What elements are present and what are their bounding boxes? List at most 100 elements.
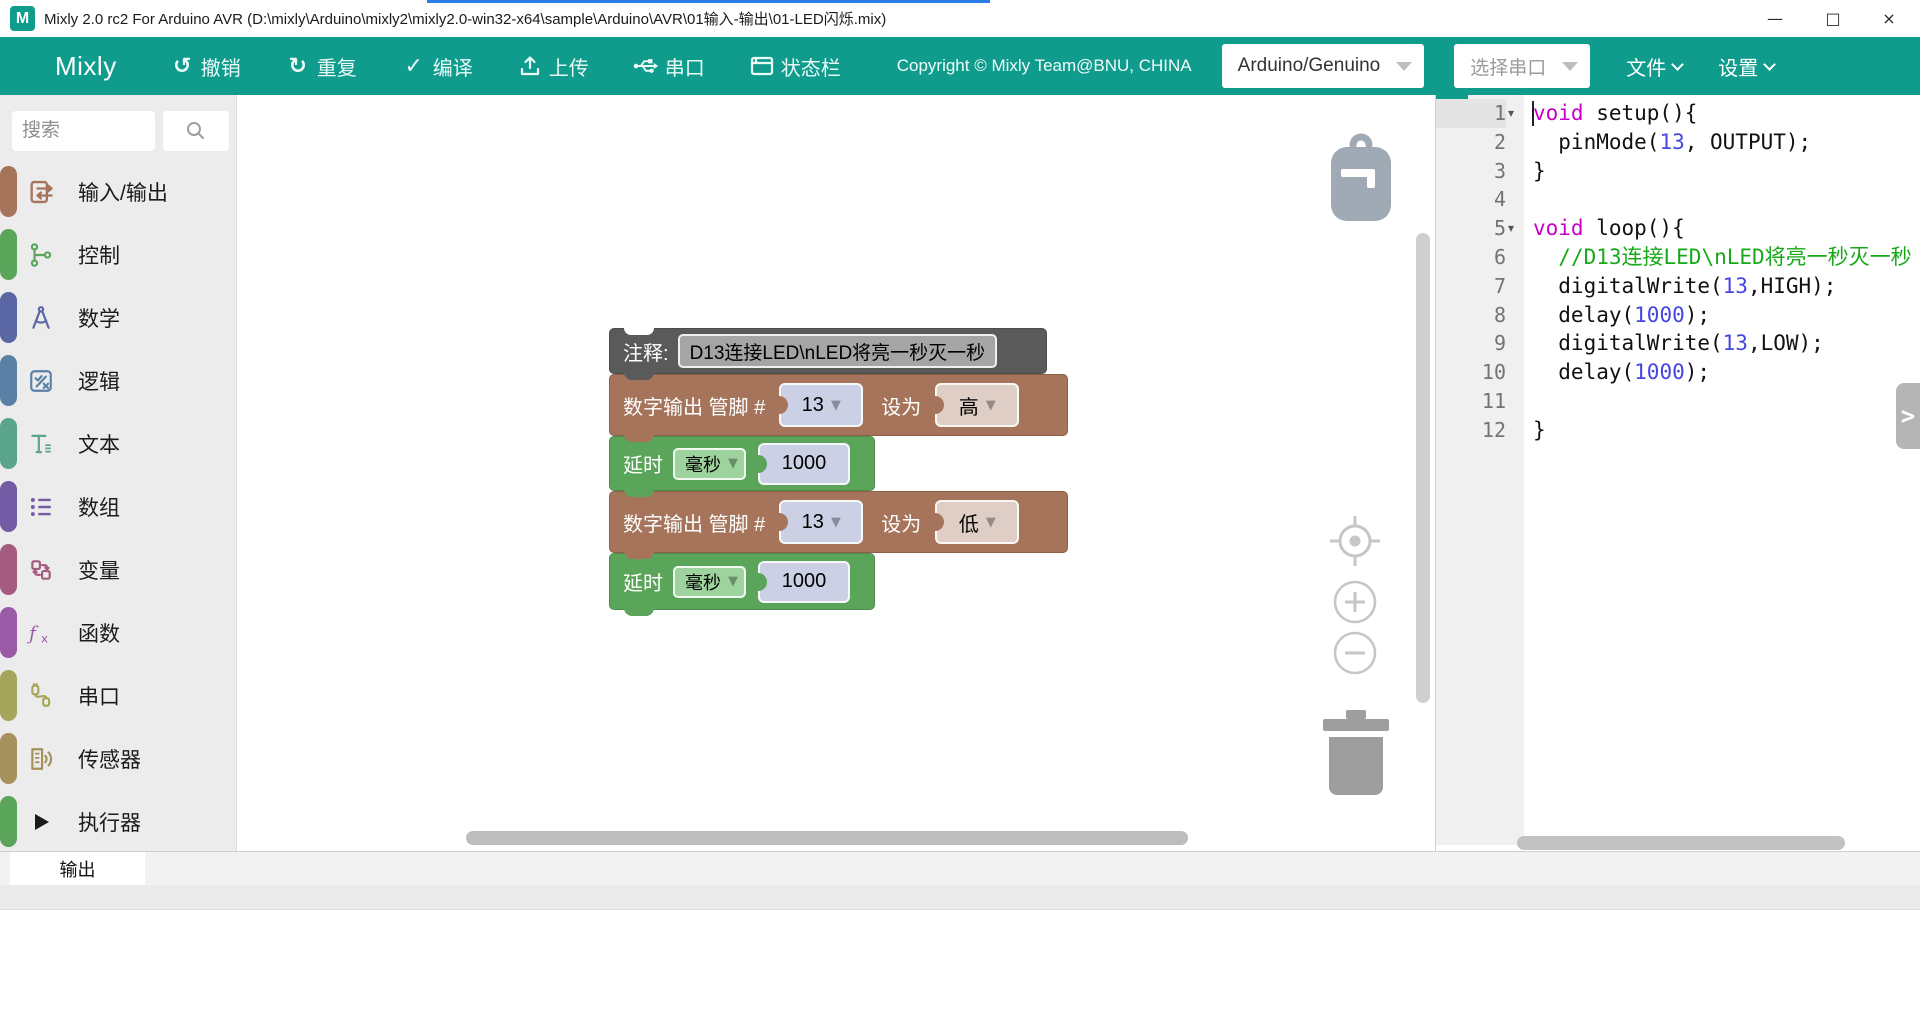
toolbar-item-label: 上传 [549,52,589,81]
maximize-button[interactable]: □ [1810,0,1856,37]
sidebar-category-logic[interactable]: 逻辑 [0,349,237,412]
toolbar-item-upload[interactable]: 上传 [517,52,589,81]
line-number: 8 [1436,301,1506,330]
comment-block-label: 注释: [623,337,669,366]
file-menu-label: 文件 [1626,52,1666,81]
sidebar-category-io[interactable]: 输入/输出 [0,160,237,223]
output-panel: 输出 [0,851,1920,1032]
level-dropdown[interactable]: 低 ▼ [935,500,1019,544]
category-color-bar [0,670,17,721]
settings-menu[interactable]: 设置 [1718,52,1774,81]
digital-write-low-block[interactable]: 数字输出 管脚 # 13 ▼ 设为 低 ▼ [609,491,1068,553]
code-line[interactable]: 2 pinMode(13, OUTPUT); [1436,128,1920,157]
pin-dropdown[interactable]: 13 ▼ [779,383,863,427]
collapse-code-panel-handle[interactable]: > [1896,383,1920,449]
code-line[interactable]: 3} [1436,157,1920,186]
zoom-out-button[interactable] [1332,630,1378,681]
code-text: digitalWrite(13,LOW); [1533,329,1920,358]
comment-block[interactable]: 注释: D13连接LED\nLED将亮一秒灭一秒 [609,328,1047,374]
code-line[interactable]: 9 digitalWrite(13,LOW); [1436,329,1920,358]
category-label: 变量 [78,555,120,585]
fold-arrow-icon[interactable]: ▾ [1508,214,1524,243]
toolbar-item-label: 编译 [433,52,473,81]
toolbar-item-label: 状态栏 [781,52,841,81]
category-label: 数组 [78,492,120,522]
sidebar-category-math[interactable]: 数学 [0,286,237,349]
category-list: 输入/输出控制数学逻辑文本数组变量 ƒx函数串口传感器执行器 [0,160,237,853]
tab-output[interactable]: 输出 [10,852,145,885]
sidebar-category-serial[interactable]: 串口 [0,664,237,727]
delay-block[interactable]: 延时 毫秒 ▼ 1000 [609,553,875,610]
redo-icon: ↻ [285,53,311,79]
delay-ms-field[interactable]: 1000 [758,443,850,485]
toolbar-item-statusbar[interactable]: 状态栏 [749,52,841,81]
code-text: void loop(){ [1533,214,1920,243]
sidebar-category-text[interactable]: 文本 [0,412,237,475]
digital-write-high-block[interactable]: 数字输出 管脚 # 13 ▼ 设为 高 ▼ [609,374,1068,436]
backpack-icon[interactable] [1328,133,1394,228]
toolbar-item-serial[interactable]: 串口 [633,52,705,81]
block-bottom-tab [624,489,654,497]
time-unit-dropdown[interactable]: 毫秒 ▼ [673,566,746,598]
port-select[interactable]: 选择串口 [1454,44,1590,88]
code-line[interactable]: 11 [1436,387,1920,416]
canvas-horizontal-scrollbar[interactable] [466,831,1188,845]
close-button[interactable]: × [1866,0,1912,37]
output-toolbar-strip [0,885,1920,910]
code-panel[interactable]: 1▾void setup(){2 pinMode(13, OUTPUT);3}4… [1435,95,1920,851]
category-color-bar [0,607,17,658]
sidebar-category-sensor[interactable]: 传感器 [0,727,237,790]
code-line[interactable]: 12} [1436,416,1920,445]
delay-ms-value: 1000 [782,570,827,593]
chevron-down-icon [1763,58,1776,71]
dropdown-arrow-icon: ▼ [986,398,996,413]
delay-block[interactable]: 延时 毫秒 ▼ 1000 [609,436,875,491]
file-menu[interactable]: 文件 [1626,52,1682,81]
sidebar-category-array[interactable]: 数组 [0,475,237,538]
code-line[interactable]: 6 //D13连接LED\nLED将亮一秒灭一秒 [1436,243,1920,272]
zoom-in-button[interactable] [1332,579,1378,630]
block-workspace-canvas[interactable]: 注释: D13连接LED\nLED将亮一秒灭一秒 数字输出 管脚 # 13 ▼ … [238,95,1435,851]
sidebar-category-variable[interactable]: 变量 [0,538,237,601]
port-select-value: 选择串口 [1470,53,1546,80]
level-dropdown[interactable]: 高 ▼ [935,383,1019,427]
output-content [0,910,1920,1032]
block-bottom-tab [624,551,654,559]
actuator-icon [26,807,56,837]
mixly-logo-icon: M [10,6,35,31]
code-line[interactable]: 5▾void loop(){ [1436,214,1920,243]
category-label: 函数 [78,618,120,648]
code-line[interactable]: 1▾void setup(){ [1436,99,1920,128]
sidebar-category-actuator[interactable]: 执行器 [0,790,237,853]
sidebar-category-function[interactable]: ƒx函数 [0,601,237,664]
sidebar-category-control[interactable]: 控制 [0,223,237,286]
fold-arrow-icon[interactable]: ▾ [1508,99,1524,128]
search-button[interactable] [163,111,229,151]
code-lines[interactable]: 1▾void setup(){2 pinMode(13, OUTPUT);3}4… [1436,99,1920,445]
code-line[interactable]: 4 [1436,185,1920,214]
delay-ms-field[interactable]: 1000 [758,561,850,603]
line-number: 11 [1436,387,1506,416]
code-line[interactable]: 7 digitalWrite(13,HIGH); [1436,272,1920,301]
toolbar-item-redo[interactable]: ↻重复 [285,52,357,81]
canvas-vertical-scrollbar[interactable] [1416,233,1430,703]
minimize-button[interactable]: — [1752,0,1798,37]
search-input[interactable] [12,111,155,151]
trash-icon[interactable] [1318,710,1394,803]
code-horizontal-scrollbar[interactable] [1517,836,1845,850]
line-number: 4 [1436,185,1506,214]
toolbar-item-compile[interactable]: ✓编译 [401,52,473,81]
code-line[interactable]: 10 delay(1000); [1436,358,1920,387]
svg-text:ƒ: ƒ [27,623,39,644]
board-select[interactable]: Arduino/Genuino [1222,44,1425,88]
delay-label: 延时 [623,449,663,478]
code-text: pinMode(13, OUTPUT); [1533,128,1920,157]
comment-text-field[interactable]: D13连接LED\nLED将亮一秒灭一秒 [678,334,998,368]
delay-label: 延时 [623,567,663,596]
pin-dropdown[interactable]: 13 ▼ [779,500,863,544]
code-line[interactable]: 8 delay(1000); [1436,301,1920,330]
code-text: delay(1000); [1533,301,1920,330]
toolbar-item-undo[interactable]: ↻撤销 [169,52,241,81]
zoom-to-center-button[interactable] [1327,513,1383,574]
time-unit-dropdown[interactable]: 毫秒 ▼ [673,448,746,480]
